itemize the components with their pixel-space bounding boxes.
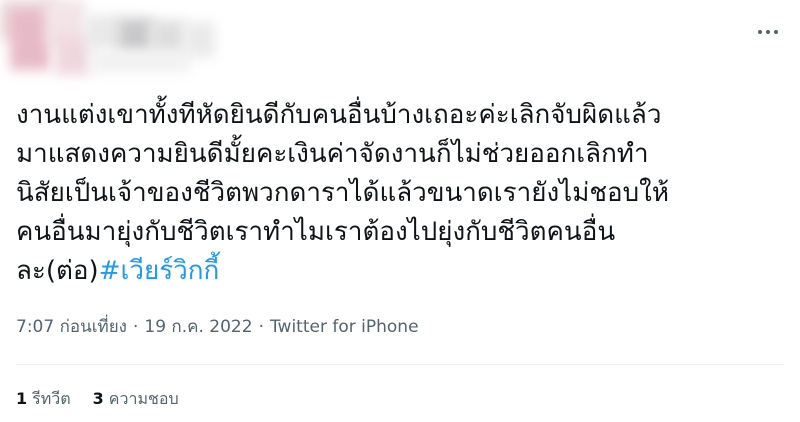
tweet-source-link[interactable]: Twitter for iPhone bbox=[270, 317, 419, 337]
hashtag-link[interactable]: #เวียร์วิกกี้ bbox=[99, 256, 220, 286]
more-horizontal-icon bbox=[758, 30, 778, 34]
blurred-author-header bbox=[0, 0, 225, 86]
tweet-text-line: งานแต่งเขาทั้งทีหัดยินดีกับคนอื่นบ้างเถอ… bbox=[16, 100, 662, 130]
tweet-metadata: 7:07 ก่อนเที่ยง · 19 ก.ค. 2022 · Twitter for… bbox=[16, 315, 419, 339]
tweet-date: 19 ก.ค. 2022 bbox=[144, 317, 253, 337]
tweet-text-line: นิสัยเป็นเจ้าของชีวิตพวกดาราได้แล้วขนาดเ… bbox=[16, 178, 669, 208]
retweets-stat[interactable]: 1 รีทวีต bbox=[16, 388, 71, 410]
tweet-text-line-last: ละ(ต่อ)#เวียร์วิกกี้ bbox=[16, 252, 786, 291]
separator-dot: · bbox=[132, 317, 139, 337]
more-options-button[interactable] bbox=[754, 22, 782, 42]
retweets-count: 1 bbox=[16, 389, 28, 408]
retweets-label: รีทวีต bbox=[32, 389, 71, 408]
tweet: งานแต่งเขาทั้งทีหัดยินดีกับคนอื่นบ้างเถอ… bbox=[0, 0, 800, 422]
tweet-time: 7:07 ก่อนเที่ยง bbox=[16, 317, 127, 337]
likes-stat[interactable]: 3 ความชอบ bbox=[93, 388, 179, 410]
likes-count: 3 bbox=[92, 389, 104, 408]
tweet-text-prefix: ละ(ต่อ) bbox=[16, 256, 99, 286]
tweet-text-line: มาแสดงความยินดีมั้ยคะเงินค่าจัดงานก็ไม่ช… bbox=[16, 139, 649, 169]
tweet-text-line: คนอื่นมายุ่งกับชีวิตเราทำไมเราต้องไปยุ่ง… bbox=[16, 217, 616, 247]
divider bbox=[16, 364, 784, 365]
tweet-time-link[interactable]: 7:07 ก่อนเที่ยง · 19 ก.ค. 2022 bbox=[16, 317, 253, 337]
tweet-text: งานแต่งเขาทั้งทีหัดยินดีกับคนอื่นบ้างเถอ… bbox=[16, 96, 786, 291]
likes-label: ความชอบ bbox=[108, 389, 179, 408]
separator-dot: · bbox=[258, 317, 264, 337]
engagement-stats: 1 รีทวีต 3 ความชอบ bbox=[16, 388, 179, 410]
